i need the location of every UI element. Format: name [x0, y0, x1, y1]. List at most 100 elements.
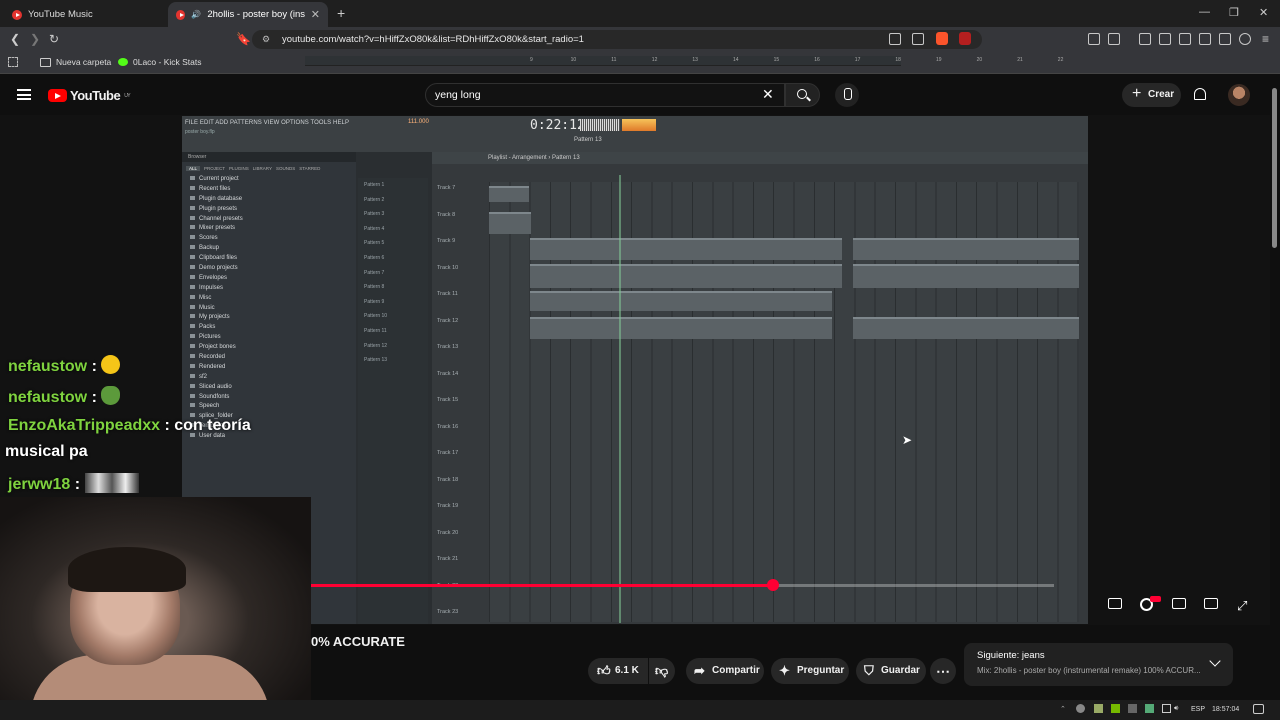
browser-item: Misc — [182, 294, 356, 304]
playlist-title: Playlist - Arrangement › Pattern 13 — [432, 152, 1088, 164]
more-actions-button[interactable]: ⋯ — [930, 658, 956, 684]
leo-ai-icon[interactable] — [1219, 33, 1231, 45]
vpn-icon[interactable] — [1239, 33, 1251, 45]
bookmark-nueva-carpeta[interactable]: Nueva carpeta — [40, 57, 111, 67]
download-icon[interactable] — [1139, 33, 1151, 45]
restore-button[interactable]: ❐ — [1229, 6, 1239, 19]
miniplayer-icon[interactable] — [1172, 598, 1186, 609]
tray-app-icon[interactable] — [1076, 704, 1085, 713]
close-window-button[interactable]: ✕ — [1259, 6, 1268, 19]
tray-overflow-icon[interactable]: ⌃ — [1060, 705, 1066, 713]
like-button[interactable]: 👍︎ 6.1 K — [588, 658, 648, 684]
browser-item: Plugin presets — [182, 205, 356, 215]
cast-to-tv-icon[interactable] — [1204, 598, 1218, 609]
folder-icon — [190, 265, 195, 270]
browser-item: Scores — [182, 234, 356, 244]
wallet-app-icon[interactable] — [1199, 33, 1211, 45]
forward-icon[interactable]: ❯ — [30, 32, 40, 46]
up-next-label: Siguiente: jeans — [977, 650, 1045, 661]
folder-icon — [190, 373, 195, 378]
scrollbar[interactable] — [1272, 88, 1277, 248]
youtube-header: YouTube UY yeng long ✕ Crear — [0, 75, 1280, 115]
browser-item: Music — [182, 304, 356, 314]
pepe-frog-emoji — [101, 386, 121, 405]
track-label: Track 16 — [437, 423, 459, 430]
browser-item: Mixer presets — [182, 224, 356, 234]
brave-shield-icon[interactable] — [936, 32, 948, 45]
cast-icon[interactable] — [889, 33, 901, 45]
language-indicator[interactable]: ESP — [1191, 706, 1205, 713]
speaker-icon: 🔊 — [191, 10, 202, 19]
voice-search-icon[interactable] — [835, 83, 859, 107]
folder-icon — [190, 334, 195, 339]
save-button[interactable]: ⛉ Guardar — [856, 658, 926, 684]
close-tab-icon[interactable]: ✕ — [311, 8, 320, 21]
tab-youtube-music[interactable]: YouTube Music — [4, 2, 166, 27]
tempo-display: 111.000 — [408, 119, 429, 125]
fullscreen-icon[interactable]: ⤢ — [1237, 598, 1247, 614]
minimize-button[interactable]: — — [1199, 6, 1210, 18]
extensions-icon[interactable] — [1088, 33, 1100, 45]
share-button[interactable]: ➦ Compartir — [686, 658, 764, 684]
network-icon[interactable] — [1162, 704, 1171, 713]
wallet-icon[interactable] — [1108, 33, 1120, 45]
search-button[interactable] — [785, 83, 820, 107]
chat-message: nefaustow : — [8, 386, 121, 407]
folder-icon — [190, 215, 195, 220]
track-label: Track 19 — [437, 503, 459, 509]
youtube-play-icon — [48, 89, 67, 102]
subtitles-icon[interactable] — [1108, 598, 1122, 609]
youtube-logo[interactable]: YouTube UY — [48, 88, 131, 103]
site-info-icon[interactable]: ⚙ — [262, 30, 270, 49]
notification-center-icon[interactable] — [1253, 704, 1264, 714]
bookmark-icon[interactable]: 🔖 — [236, 32, 251, 46]
chevron-down-icon[interactable] — [1209, 655, 1221, 667]
clock[interactable]: 18:57:04 — [1212, 706, 1239, 713]
playlist-clip — [530, 238, 842, 260]
tray-app-icon[interactable] — [1128, 704, 1137, 713]
folder-icon — [190, 403, 195, 408]
ask-button[interactable]: ✦ Preguntar — [771, 658, 849, 684]
music-note-icon[interactable] — [1159, 33, 1171, 45]
pattern-item: Pattern 4 — [364, 225, 385, 232]
guide-menu-icon[interactable] — [17, 89, 31, 100]
tray-app-icon[interactable] — [1094, 704, 1103, 713]
track-label: Track 20 — [437, 529, 459, 536]
brave-rewards-icon[interactable] — [959, 32, 971, 45]
create-button[interactable]: Crear — [1122, 82, 1181, 107]
url-field[interactable]: ⚙ youtube.com/watch?v=hHiffZxO80k&list=R… — [252, 30, 982, 49]
time-display: 0:22:12 — [530, 118, 585, 133]
up-next-card[interactable]: Siguiente: jeans Mix: 2hollis - poster b… — [964, 643, 1233, 686]
chat-username: nefaustow — [8, 389, 88, 406]
browser-item: My projects — [182, 313, 356, 323]
pattern-selector: Pattern 13 — [574, 137, 602, 143]
share-page-icon[interactable] — [912, 33, 924, 45]
browser-item: Backup — [182, 244, 356, 254]
dislike-button[interactable]: 👎︎ — [649, 658, 675, 684]
peak-meter — [622, 119, 656, 131]
tab-label: YouTube Music — [28, 9, 93, 20]
nvidia-icon[interactable] — [1111, 704, 1120, 713]
ask-label: Preguntar — [797, 665, 845, 676]
tab-poster-boy[interactable]: 🔊 2hollis - poster boy (instrume… ✕ — [168, 2, 328, 27]
pattern-item: Pattern 12 — [364, 342, 388, 349]
browser-item: Impulses — [182, 284, 356, 294]
volume-icon[interactable]: 🔊︎ — [1174, 705, 1178, 713]
reload-icon[interactable]: ↻ — [49, 32, 59, 46]
ruler-tick: 21 — [1017, 57, 1023, 63]
tray-app-icon[interactable] — [1145, 704, 1154, 713]
bookmark-kick-stats[interactable]: 0Laco - Kick Stats — [118, 57, 202, 67]
track-label: Track 10 — [437, 264, 459, 271]
track-label: Track 8 — [437, 211, 456, 218]
new-tab-button[interactable]: + — [337, 5, 345, 21]
clear-search-icon[interactable]: ✕ — [762, 86, 774, 103]
menu-icon[interactable]: ≡ — [1262, 32, 1269, 46]
avatar[interactable] — [1228, 84, 1250, 106]
search-input[interactable]: yeng long — [425, 83, 785, 107]
apps-grid-icon[interactable] — [8, 57, 18, 67]
pattern-item: Pattern 3 — [364, 211, 385, 218]
browser-item: Recent files — [182, 185, 356, 195]
back-icon[interactable]: ❮ — [10, 32, 20, 46]
sidebar-icon[interactable] — [1179, 33, 1191, 45]
notifications-icon[interactable] — [1194, 88, 1206, 100]
